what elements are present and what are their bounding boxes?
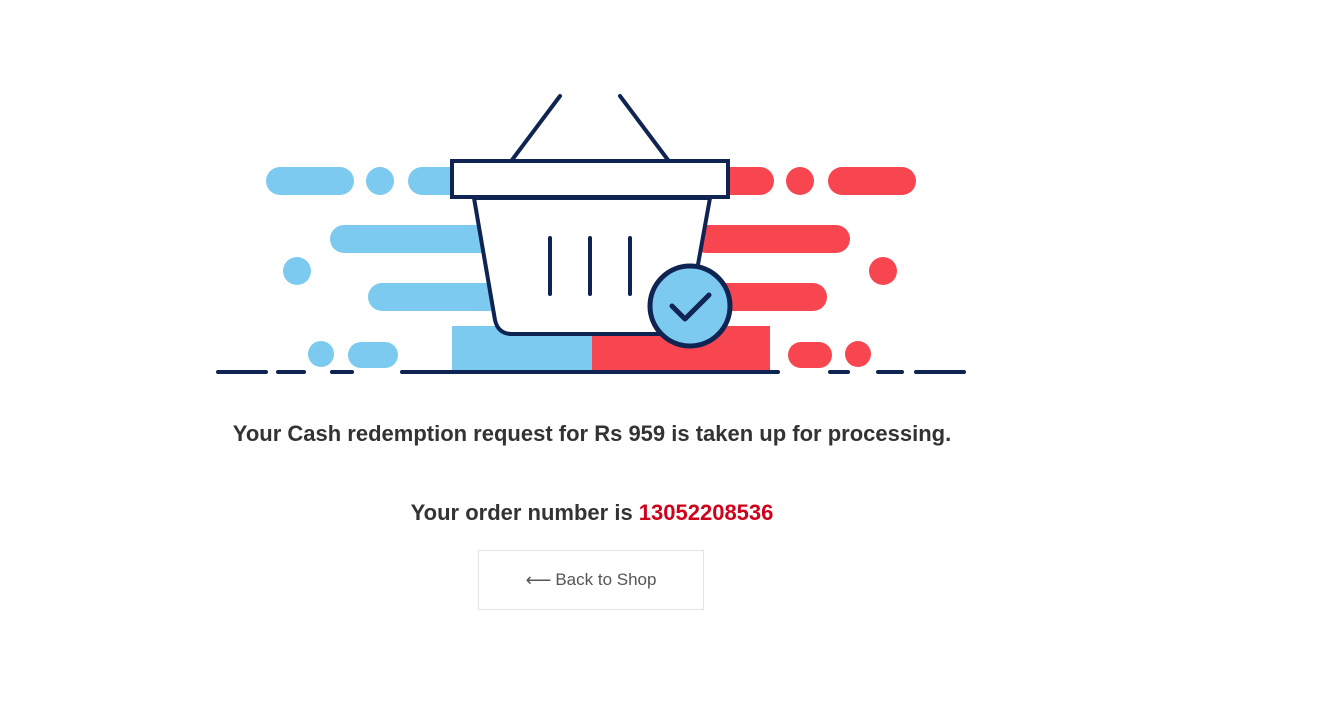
order-success-illustration — [212, 88, 972, 388]
basket-illustration-svg — [216, 94, 966, 374]
redemption-confirmation-message: Your Cash redemption request for Rs 959 … — [232, 421, 952, 446]
arrow-left-icon: ⟵ — [525, 570, 552, 590]
order-number: 13052208536 — [638, 500, 774, 525]
back-to-shop-label: Back to Shop — [555, 570, 657, 589]
checkmark-circle-icon — [647, 263, 733, 349]
back-to-shop-button[interactable]: ⟵ Back to Shop — [478, 550, 704, 610]
order-number-prefix: Your order number is — [410, 500, 639, 525]
order-number-line: Your order number is 13052208536 — [0, 500, 1184, 526]
